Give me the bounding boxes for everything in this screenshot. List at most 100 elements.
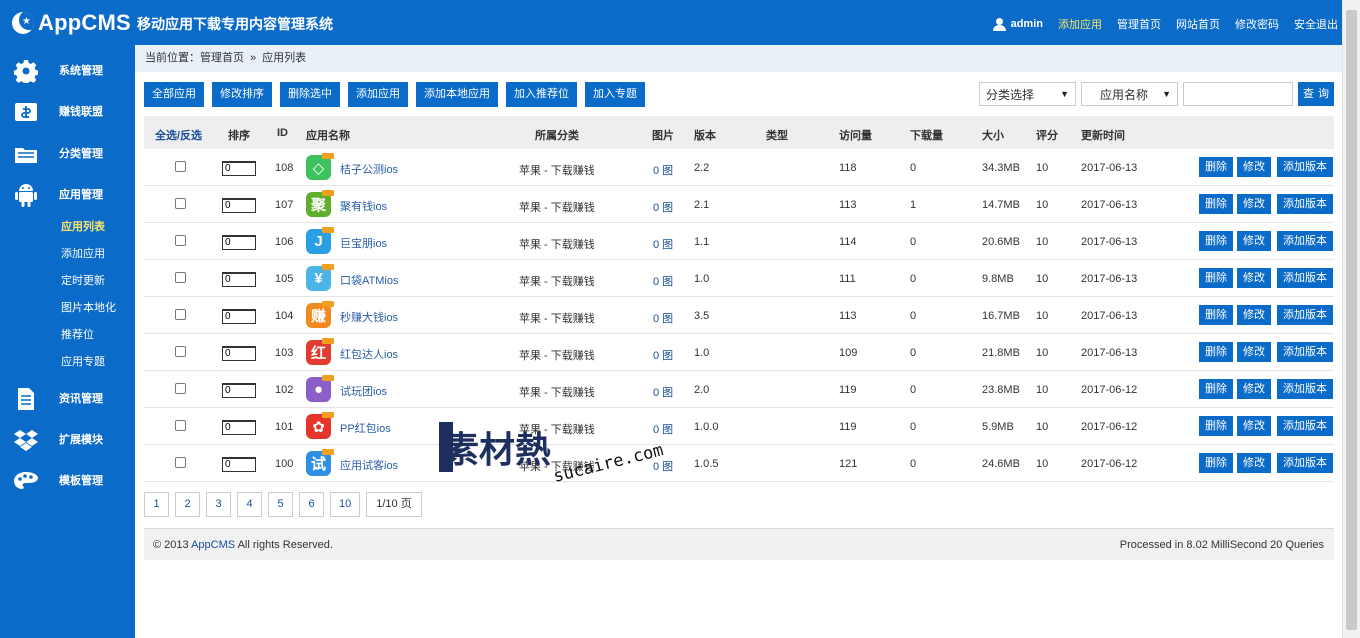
sidebar-item-news[interactable]: 资讯管理 [0,380,135,416]
sort-input[interactable]: 0 [222,235,256,250]
app-name-link[interactable]: 桔子公测ios [340,161,398,177]
breadcrumb-home[interactable]: 管理首页 [200,52,244,64]
edit-button[interactable]: 修改 [1237,305,1271,325]
app-name-link[interactable]: 巨宝朋ios [340,235,387,251]
field-select[interactable]: 应用名称 ▼ [1081,82,1178,106]
add-version-button[interactable]: 添加版本 [1277,453,1333,473]
page-link[interactable]: 10 [330,492,361,517]
page-link[interactable]: 6 [299,492,324,517]
all-apps-button[interactable]: 全部应用 [144,82,204,107]
page-link[interactable]: 3 [206,492,231,517]
edit-button[interactable]: 修改 [1237,453,1271,473]
search-input[interactable] [1183,82,1293,106]
add-version-button[interactable]: 添加版本 [1277,416,1333,436]
delete-button[interactable]: 删除 [1199,157,1233,177]
delete-button[interactable]: 删除 [1199,416,1233,436]
submenu-scheduled-update[interactable]: 定时更新 [61,272,105,288]
select-all-toggle[interactable]: 全选/反选 [155,127,202,143]
row-checkbox[interactable] [175,457,186,468]
app-name-link[interactable]: 秒赚大钱ios [340,309,398,325]
sidebar-item-category[interactable]: 分类管理 [0,135,135,171]
sort-input[interactable]: 0 [222,457,256,472]
nav-add-app[interactable]: 添加应用 [1058,16,1102,32]
app-name-link[interactable]: 红包达人ios [340,346,398,362]
submenu-topics[interactable]: 应用专题 [61,353,105,369]
nav-site-home[interactable]: 网站首页 [1176,16,1220,32]
cell-pic-link[interactable]: 0 图 [653,421,673,437]
cell-pic-link[interactable]: 0 图 [653,458,673,474]
row-checkbox[interactable] [175,383,186,394]
app-name-link[interactable]: 应用试客ios [340,457,398,473]
page-link[interactable]: 4 [237,492,262,517]
sort-input[interactable]: 0 [222,383,256,398]
sidebar-item-templates[interactable]: 模板管理 [0,462,135,498]
edit-button[interactable]: 修改 [1237,268,1271,288]
sort-input[interactable]: 0 [222,161,256,176]
app-name-link[interactable]: PP红包ios [340,420,391,436]
cell-pic-link[interactable]: 0 图 [653,310,673,326]
scrollbar-thumb[interactable] [1346,10,1357,630]
sidebar-item-money[interactable]: 赚钱联盟 [0,93,135,129]
page-link[interactable]: 5 [268,492,293,517]
submenu-recommend[interactable]: 推荐位 [61,326,94,342]
add-to-recommend-button[interactable]: 加入推荐位 [506,82,577,107]
delete-button[interactable]: 删除 [1199,379,1233,399]
user-info[interactable]: admin [992,17,1043,31]
submenu-image-localize[interactable]: 图片本地化 [61,299,116,315]
delete-button[interactable]: 删除 [1199,342,1233,362]
search-button[interactable]: 查询 [1298,82,1334,106]
row-checkbox[interactable] [175,198,186,209]
cell-pic-link[interactable]: 0 图 [653,273,673,289]
submenu-app-list[interactable]: 应用列表 [61,218,105,234]
sort-input[interactable]: 0 [222,309,256,324]
cell-pic-link[interactable]: 0 图 [653,347,673,363]
brand-link[interactable]: AppCMS [191,539,235,551]
sidebar-item-extensions[interactable]: 扩展模块 [0,421,135,457]
sidebar-item-apps[interactable]: 应用管理 [0,176,135,212]
row-checkbox[interactable] [175,161,186,172]
page-link[interactable]: 2 [175,492,200,517]
logo[interactable]: ★ AppCMS [12,9,131,37]
sidebar-item-system[interactable]: 系统管理 [0,52,135,88]
sort-input[interactable]: 0 [222,272,256,287]
edit-button[interactable]: 修改 [1237,342,1271,362]
row-checkbox[interactable] [175,235,186,246]
add-local-app-button[interactable]: 添加本地应用 [416,82,498,107]
nav-change-password[interactable]: 修改密码 [1235,16,1279,32]
add-version-button[interactable]: 添加版本 [1277,231,1333,251]
category-select[interactable]: 分类选择 ▼ [979,82,1076,106]
app-name-link[interactable]: 试玩团ios [340,383,387,399]
nav-admin-home[interactable]: 管理首页 [1117,16,1161,32]
delete-button[interactable]: 删除 [1199,305,1233,325]
vertical-scrollbar[interactable] [1342,0,1360,638]
edit-button[interactable]: 修改 [1237,231,1271,251]
edit-button[interactable]: 修改 [1237,157,1271,177]
cell-pic-link[interactable]: 0 图 [653,162,673,178]
add-version-button[interactable]: 添加版本 [1277,268,1333,288]
add-version-button[interactable]: 添加版本 [1277,342,1333,362]
row-checkbox[interactable] [175,346,186,357]
sort-input[interactable]: 0 [222,198,256,213]
add-version-button[interactable]: 添加版本 [1277,157,1333,177]
sort-input[interactable]: 0 [222,346,256,361]
add-app-button[interactable]: 添加应用 [348,82,408,107]
update-sort-button[interactable]: 修改排序 [212,82,272,107]
edit-button[interactable]: 修改 [1237,194,1271,214]
submenu-add-app[interactable]: 添加应用 [61,245,105,261]
app-name-link[interactable]: 聚有钱ios [340,198,387,214]
sort-input[interactable]: 0 [222,420,256,435]
app-name-link[interactable]: 口袋ATMios [340,272,398,288]
add-version-button[interactable]: 添加版本 [1277,379,1333,399]
cell-pic-link[interactable]: 0 图 [653,236,673,252]
add-version-button[interactable]: 添加版本 [1277,194,1333,214]
add-to-topic-button[interactable]: 加入专题 [585,82,645,107]
page-link[interactable]: 1 [144,492,169,517]
delete-button[interactable]: 删除 [1199,194,1233,214]
delete-button[interactable]: 删除 [1199,231,1233,251]
row-checkbox[interactable] [175,420,186,431]
delete-button[interactable]: 删除 [1199,453,1233,473]
nav-logout[interactable]: 安全退出 [1294,16,1338,32]
row-checkbox[interactable] [175,272,186,283]
delete-button[interactable]: 删除 [1199,268,1233,288]
delete-selected-button[interactable]: 删除选中 [280,82,340,107]
